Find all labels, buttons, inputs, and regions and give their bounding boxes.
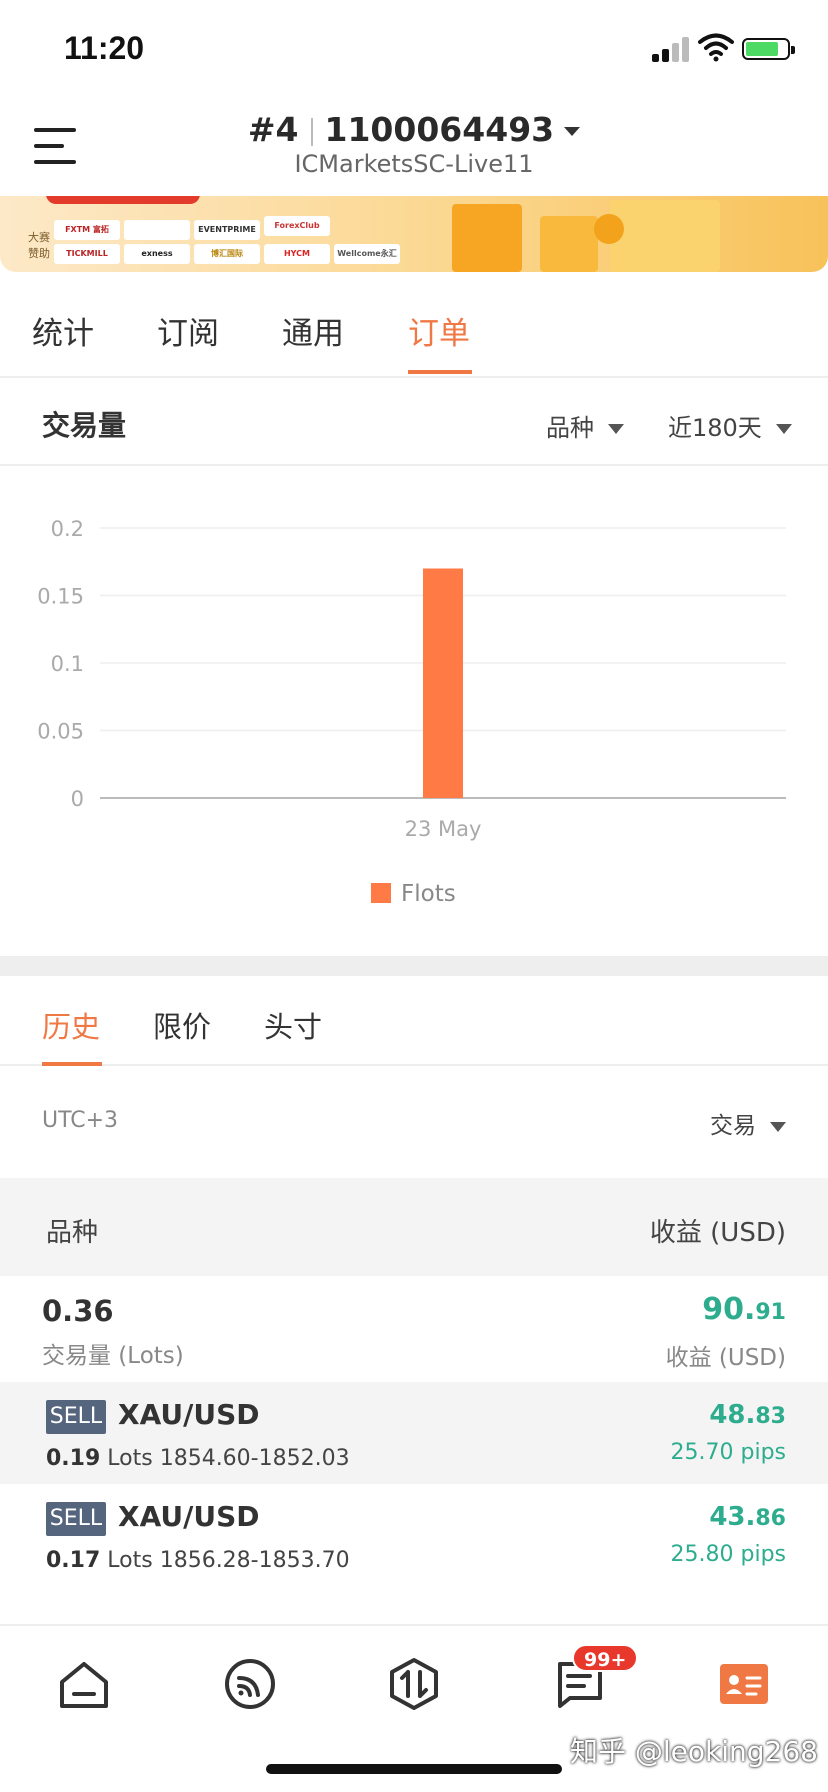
order-symbol: XAU/USD — [118, 1500, 260, 1533]
total-lots-label: 交易量 (Lots) — [42, 1343, 184, 1369]
order-profit: 43.86 — [709, 1502, 786, 1532]
caret-down-icon — [608, 424, 624, 434]
caret-down-icon — [775, 424, 792, 434]
y-tick-label: 0.1 — [51, 652, 84, 676]
section-divider — [0, 956, 828, 976]
banner-red-pill — [46, 196, 200, 204]
volume-chart: 0 0.05 0.1 0.15 0.2 23 May Flots — [0, 466, 828, 956]
caret-down-icon — [770, 1121, 786, 1132]
subtab-limit[interactable]: 限价 — [153, 1004, 211, 1046]
trade-filter-label: 交易 — [710, 1113, 756, 1139]
home-indicator[interactable] — [266, 1764, 562, 1774]
sell-badge: SELL — [46, 1400, 106, 1434]
gift-box-graphic — [540, 216, 598, 272]
table-header: 品种 收益 (USD) — [0, 1178, 828, 1276]
summary-row: 0.36 交易量 (Lots) 90.91 收益 (USD) — [0, 1276, 828, 1382]
tab-subscribe[interactable]: 订阅 — [157, 308, 219, 353]
order-pips: 25.70 pips — [670, 1440, 786, 1465]
order-row[interactable]: SELL XAU/USD 0.17 Lots 1856.28-1853.70 4… — [0, 1484, 828, 1586]
caret-down-icon — [564, 127, 581, 136]
sponsor-logo: 博汇国际 — [194, 244, 260, 264]
sponsor-logo: exness — [124, 244, 190, 264]
y-tick-label: 0.15 — [37, 585, 84, 609]
tab-general[interactable]: 通用 — [282, 308, 344, 353]
order-row[interactable]: SELL XAU/USD 0.19 Lots 1854.60-1852.03 4… — [0, 1382, 828, 1484]
gift-box-graphic — [610, 200, 720, 272]
status-bar: 11:20 — [0, 0, 828, 100]
watermark-text: 知乎 @leoking268 — [570, 1735, 818, 1768]
period-filter-dropdown[interactable]: 近180天 — [668, 408, 792, 443]
server-name: ICMarketsSC-Live11 — [294, 150, 534, 178]
legend-label: Flots — [401, 881, 456, 907]
order-details: 0.19 Lots 1854.60-1852.03 — [46, 1446, 350, 1471]
sponsor-logo: EVENTPRIME — [194, 220, 260, 240]
sponsor-logo: Wellcome永汇 — [334, 244, 400, 264]
total-lots: 0.36 — [42, 1294, 114, 1328]
trade-filter-dropdown[interactable]: 交易 — [710, 1106, 786, 1140]
column-profit: 收益 (USD) — [649, 1218, 786, 1248]
coin-graphic — [594, 214, 624, 244]
active-tab-indicator — [408, 370, 472, 374]
volume-header: 交易量 品种 近180天 — [0, 378, 828, 466]
main-tabs: 统计 订阅 通用 订单 — [0, 272, 828, 378]
column-symbol: 品种 — [46, 1218, 99, 1248]
feed-icon[interactable] — [222, 1656, 278, 1712]
order-symbol: XAU/USD — [118, 1398, 260, 1431]
cellular-signal-icon — [652, 36, 692, 62]
period-filter-label: 近180天 — [668, 414, 762, 442]
sponsor-logo: ForexClub — [264, 216, 330, 236]
sponsor-label: 大赛赞助 — [28, 231, 50, 260]
sponsor-logo — [124, 220, 190, 240]
sponsor-logo: FXTM 富拓 — [54, 220, 120, 240]
order-profit: 48.83 — [709, 1400, 786, 1430]
order-sub-tabs: 历史 限价 头寸 — [0, 976, 828, 1066]
account-rank: #4 — [247, 110, 299, 149]
timezone-row: UTC+3 交易 — [0, 1066, 828, 1178]
y-tick-label: 0.05 — [37, 720, 84, 744]
subtab-positions[interactable]: 头寸 — [264, 1004, 322, 1046]
account-selector[interactable]: #4 1100064493 — [0, 110, 828, 149]
sell-badge: SELL — [46, 1502, 106, 1536]
message-badge: 99+ — [572, 1644, 639, 1672]
status-time: 11:20 — [64, 30, 145, 66]
profile-card-icon[interactable] — [716, 1656, 772, 1712]
sponsor-logo: TICKMILL — [54, 244, 120, 264]
y-tick-label: 0.2 — [51, 517, 84, 541]
subtab-history[interactable]: 历史 — [42, 1004, 100, 1046]
battery-icon — [742, 38, 795, 60]
y-tick-label: 0 — [71, 787, 84, 811]
order-details: 0.17 Lots 1856.28-1853.70 — [46, 1548, 350, 1573]
trade-icon[interactable] — [386, 1656, 442, 1712]
symbol-filter-dropdown[interactable]: 品种 — [546, 408, 624, 443]
timezone-label: UTC+3 — [42, 1108, 119, 1133]
tab-orders[interactable]: 订单 — [408, 308, 470, 353]
sponsor-banner[interactable]: 大赛赞助 FXTM 富拓 EVENTPRIME ForexClub TICKMI… — [0, 196, 828, 272]
home-icon[interactable] — [56, 1656, 112, 1712]
legend-swatch — [371, 883, 391, 903]
chart-bar — [423, 568, 463, 798]
total-profit-label: 收益 (USD) — [665, 1345, 786, 1371]
volume-chart-svg: 0 0.05 0.1 0.15 0.2 23 May Flots — [37, 517, 786, 907]
account-number: 1100064493 — [324, 110, 555, 149]
tab-statistics[interactable]: 统计 — [32, 308, 94, 353]
wifi-icon — [698, 33, 734, 62]
x-tick-label: 23 May — [405, 817, 482, 841]
volume-title: 交易量 — [42, 409, 127, 442]
total-profit: 90.91 — [702, 1292, 786, 1327]
symbol-filter-label: 品种 — [546, 414, 594, 442]
order-pips: 25.80 pips — [670, 1542, 786, 1567]
sponsor-logo: HYCM — [264, 244, 330, 264]
gift-box-graphic — [452, 204, 522, 272]
